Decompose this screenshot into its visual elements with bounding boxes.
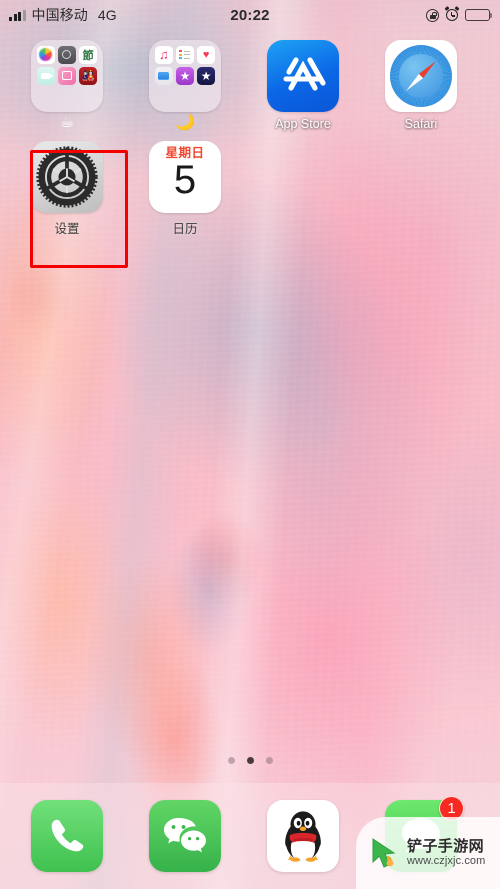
qq-penguin-icon[interactable] bbox=[267, 800, 339, 872]
network-type-label: 4G bbox=[97, 7, 117, 23]
files-icon bbox=[155, 67, 173, 85]
alarm-clock-icon bbox=[444, 6, 460, 21]
facetime-icon bbox=[37, 67, 55, 85]
app-store[interactable]: App Store bbox=[246, 40, 360, 131]
watermark-title: 铲子手游网 bbox=[407, 837, 485, 856]
app-store-icon[interactable] bbox=[267, 40, 339, 112]
folder-1-icon[interactable]: 節 bbox=[31, 40, 103, 112]
camera-icon bbox=[58, 46, 76, 64]
safari-compass-dial bbox=[390, 45, 452, 107]
phone-icon[interactable] bbox=[31, 800, 103, 872]
safari-icon[interactable] bbox=[385, 40, 457, 112]
calendar[interactable]: 星期日 5 日历 bbox=[128, 141, 242, 237]
chinese-app-icon: 節 bbox=[79, 46, 97, 64]
imovie-icon: ★ bbox=[197, 67, 215, 85]
wechat-icon[interactable] bbox=[149, 800, 221, 872]
settings-label: 设置 bbox=[54, 222, 80, 236]
folder-2[interactable]: ♫ ♥ ★ ★ 🌙 bbox=[128, 40, 242, 131]
battery-icon bbox=[465, 9, 493, 21]
folder-2-icon[interactable]: ♫ ♥ ★ ★ bbox=[149, 40, 221, 112]
calendar-icon[interactable]: 星期日 5 bbox=[149, 141, 221, 213]
watermark: 铲子手游网 www.czjxjc.com bbox=[356, 817, 500, 889]
settings-gear-icon[interactable] bbox=[31, 141, 103, 213]
app-store-label: App Store bbox=[275, 117, 331, 131]
podcasts-icon: ★ bbox=[176, 67, 194, 85]
rotation-lock-icon bbox=[426, 8, 439, 22]
folder-1[interactable]: 節 ☕ bbox=[10, 40, 124, 131]
instagram-icon bbox=[58, 67, 76, 85]
music-icon: ♫ bbox=[155, 46, 173, 64]
status-bar-left: 中国移动 4G bbox=[9, 5, 117, 25]
health-icon: ♥ bbox=[197, 46, 215, 64]
dock-item-wechat[interactable] bbox=[128, 800, 242, 872]
app-row-2: 设置 星期日 5 日历 bbox=[0, 141, 500, 237]
page-dot-1[interactable] bbox=[227, 757, 235, 764]
reminders-icon bbox=[176, 46, 194, 64]
safari[interactable]: Safari bbox=[364, 40, 478, 131]
status-bar: 中国移动 4G 20:22 bbox=[0, 0, 500, 30]
app-row-1: 節 ☕ ♫ ♥ ★ ★ 🌙 bbox=[0, 40, 500, 131]
page-dots[interactable] bbox=[0, 757, 500, 764]
cursor-logo-icon bbox=[368, 836, 402, 870]
calendar-label: 日历 bbox=[172, 222, 198, 236]
safari-needle bbox=[404, 59, 438, 93]
status-bar-right bbox=[426, 6, 493, 22]
watermark-url: www.czjxjc.com bbox=[407, 855, 486, 868]
watermark-text: 铲子手游网 www.czjxjc.com bbox=[407, 838, 485, 867]
clock-label: 20:22 bbox=[230, 6, 270, 24]
dock-item-phone[interactable] bbox=[10, 800, 124, 872]
app-grid: 節 ☕ ♫ ♥ ★ ★ 🌙 bbox=[0, 40, 500, 237]
photos-icon bbox=[37, 46, 55, 64]
carrier-label: 中国移动 bbox=[31, 7, 88, 23]
signal-bars-icon bbox=[9, 9, 26, 21]
safari-label: Safari bbox=[404, 117, 438, 131]
red-app-icon bbox=[79, 67, 97, 85]
folder-2-label: 🌙 bbox=[175, 114, 195, 131]
calendar-day-number: 5 bbox=[173, 157, 197, 202]
settings[interactable]: 设置 bbox=[10, 141, 124, 237]
page-dot-2-active[interactable] bbox=[246, 757, 254, 764]
dock-item-qq[interactable] bbox=[246, 800, 360, 872]
folder-1-label: ☕ bbox=[59, 114, 75, 131]
page-dot-3[interactable] bbox=[265, 757, 273, 764]
iphone-home-screen: 中国移动 4G 20:22 節 ☕ bbox=[0, 0, 500, 889]
